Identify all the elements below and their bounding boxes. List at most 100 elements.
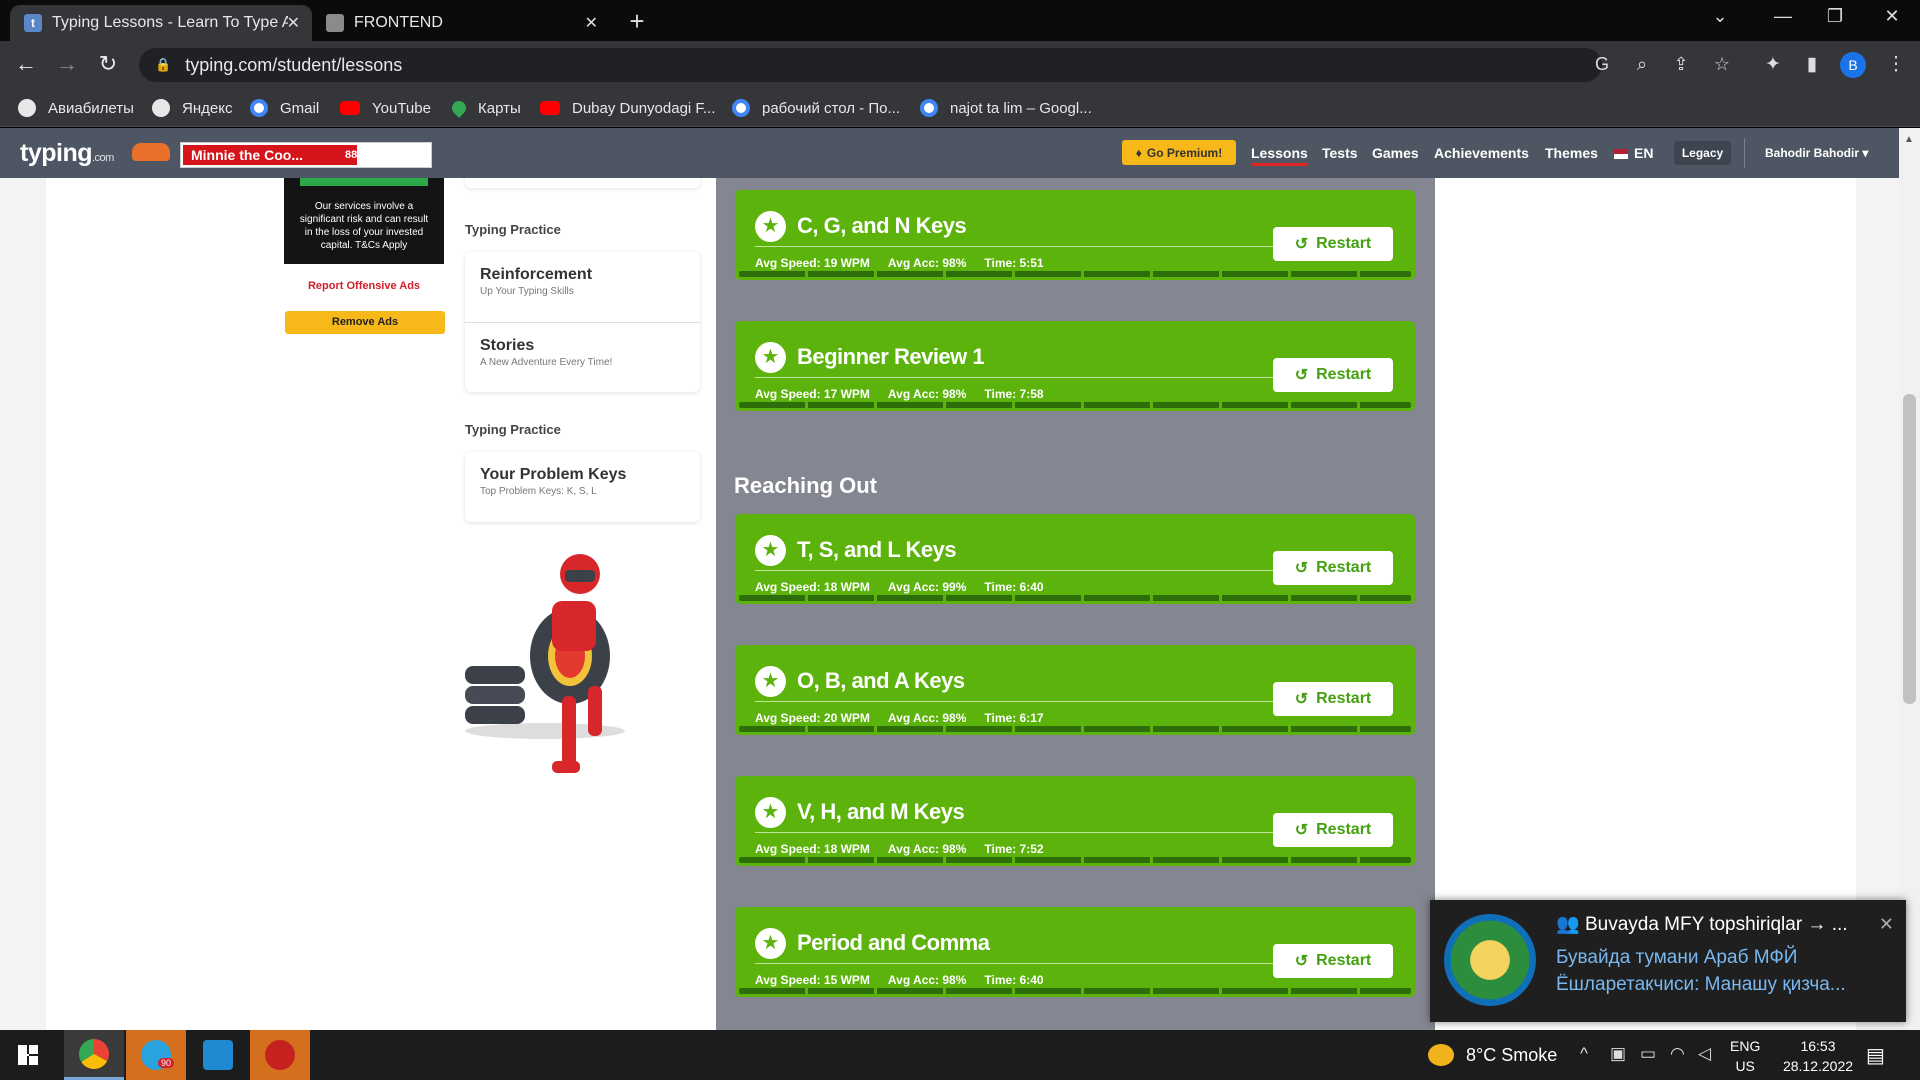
lesson-speed: Avg Speed: 17 WPM	[755, 387, 870, 401]
premium-label: Go Premium!	[1146, 145, 1223, 160]
practice-item-problem-keys[interactable]: Your Problem Keys Top Problem Keys: K, S…	[465, 452, 700, 522]
taskbar-vscode[interactable]	[188, 1030, 248, 1080]
advertisement[interactable]: Our services involve a significant risk …	[284, 178, 444, 264]
close-window-icon[interactable]: ✕	[1872, 6, 1912, 27]
nav-lessons[interactable]: Lessons	[1251, 145, 1308, 166]
restart-button[interactable]: ↺ Restart	[1273, 682, 1393, 716]
lesson-card[interactable]: ★ C, G, and N Keys Avg Speed: 19 WPM Avg Ac…	[735, 190, 1415, 280]
address-bar[interactable]: 🔒 typing.com/student/lessons	[139, 48, 1602, 82]
lesson-title[interactable]: T, S, and L Keys	[797, 537, 957, 563]
extensions-icon[interactable]: ✦	[1760, 53, 1786, 76]
report-ads-link[interactable]: Report Offensive Ads	[284, 280, 444, 292]
restart-button[interactable]: ↺ Restart	[1273, 813, 1393, 847]
user-menu[interactable]: Bahodir Bahodir ▾	[1765, 146, 1868, 160]
windows-start-icon[interactable]	[18, 1045, 38, 1065]
lesson-card[interactable]: ★ Period and Comma Avg Speed: 15 WPM Avg Ac…	[735, 907, 1415, 997]
go-premium-button[interactable]: ♦ Go Premium!	[1122, 140, 1236, 165]
remove-ads-button[interactable]: Remove Ads	[285, 311, 445, 334]
lesson-card[interactable]: ★ Beginner Review 1 Avg Speed: 17 WPM Avg A…	[735, 321, 1415, 411]
lesson-accuracy: Avg Acc: 98%	[887, 387, 967, 401]
nav-achievements[interactable]: Achievements	[1434, 145, 1529, 161]
back-icon[interactable]: ←	[12, 51, 40, 77]
taskbar-app[interactable]	[250, 1030, 310, 1080]
volume-muted-icon[interactable]: ◁	[1698, 1044, 1711, 1064]
user-name: Bahodir Bahodir	[1765, 146, 1860, 160]
bookmark-item[interactable]: Dubay Dunyodagi F...	[540, 95, 715, 121]
practice-item-reinforcement[interactable]: Reinforcement Up Your Typing Skills	[465, 252, 700, 322]
lesson-title[interactable]: Period and Comma	[797, 930, 990, 956]
tab-search-chevron-icon[interactable]: ⌄	[1700, 6, 1740, 27]
notification-title: 👥 Buvayda MFY topshiriqlar → ...	[1556, 912, 1848, 936]
nav-themes[interactable]: Themes	[1545, 145, 1598, 161]
notification-toast[interactable]: 👥 Buvayda MFY topshiriqlar → ... Бувайда…	[1430, 900, 1906, 1022]
wifi-icon[interactable]: ◠	[1670, 1044, 1685, 1064]
bookmark-item[interactable]: Яндекс	[152, 95, 232, 121]
taskbar-chrome[interactable]	[64, 1030, 124, 1080]
bookmark-item[interactable]: YouTube	[340, 95, 431, 121]
restart-button[interactable]: ↺ Restart	[1273, 227, 1393, 261]
bookmark-star-icon[interactable]: ☆	[1710, 54, 1734, 75]
nav-games[interactable]: Games	[1372, 145, 1419, 161]
zoom-icon[interactable]: ⌕	[1630, 54, 1654, 75]
url-text[interactable]: typing.com/student/lessons	[185, 55, 402, 76]
bookmark-item[interactable]: najot ta lim – Googl...	[920, 95, 1092, 121]
typing-logo[interactable]: typing.com	[20, 139, 114, 168]
us-flag-icon	[1614, 149, 1628, 160]
restart-button[interactable]: ↺ Restart	[1273, 358, 1393, 392]
restore-icon[interactable]: ❐	[1815, 6, 1855, 27]
lesson-speed: Avg Speed: 19 WPM	[755, 256, 870, 270]
scroll-up-icon[interactable]: ▲	[1904, 134, 1914, 145]
restart-label: Restart	[1316, 235, 1372, 252]
bookmark-item[interactable]: Авиабилеты	[18, 95, 134, 121]
restart-button[interactable]: ↺ Restart	[1273, 944, 1393, 978]
lesson-speed: Avg Speed: 18 WPM	[755, 580, 870, 594]
input-language[interactable]: ENG US	[1730, 1036, 1760, 1076]
reload-icon[interactable]: ↻	[94, 51, 122, 77]
restart-icon: ↺	[1294, 560, 1309, 577]
battery-icon[interactable]: ▭	[1640, 1044, 1656, 1064]
clock-time: 16:53	[1800, 1038, 1836, 1054]
page-scrollbar[interactable]: ▲	[1899, 128, 1920, 1030]
logo-text: typing	[20, 139, 93, 167]
lesson-card[interactable]: ★ V, H, and M Keys Avg Speed: 18 WPM Avg Ac…	[735, 776, 1415, 866]
tray-overflow-icon[interactable]: ^	[1580, 1044, 1588, 1064]
lesson-time: Time: 6:17	[984, 711, 1044, 725]
taskbar-telegram[interactable]: 90	[126, 1030, 186, 1080]
xp-progress-bar[interactable]: Minnie the Coo... 884 xp to go	[180, 142, 432, 168]
vscode-icon	[203, 1040, 233, 1070]
close-notification-icon[interactable]: ✕	[1879, 914, 1894, 935]
practice-item-stories[interactable]: Stories A New Adventure Every Time!	[465, 322, 700, 392]
scrollbar-thumb[interactable]	[1903, 394, 1916, 704]
clock[interactable]: 16:53 28.12.2022	[1772, 1036, 1864, 1076]
weather-widget[interactable]: 8°C Smoke	[1428, 1044, 1557, 1066]
notification-body: Бувайда тумани Араб МФЙ Ёшларетакчиси: М…	[1556, 947, 1846, 995]
restart-label: Restart	[1316, 821, 1372, 838]
profile-avatar[interactable]: B	[1840, 52, 1866, 78]
legacy-button[interactable]: Legacy	[1674, 141, 1731, 165]
lesson-card[interactable]: ★ O, B, and A Keys Avg Speed: 20 WPM Avg Ac…	[735, 645, 1415, 735]
close-tab-icon[interactable]: ✕	[585, 13, 598, 33]
side-panel-icon[interactable]: ▮	[1799, 53, 1825, 76]
notification-center-icon[interactable]: ▤	[1866, 1043, 1885, 1068]
language-selector[interactable]: EN	[1614, 145, 1653, 161]
minimize-icon[interactable]: —	[1763, 6, 1803, 27]
share-icon[interactable]: ⇪	[1669, 54, 1693, 75]
new-tab-button[interactable]: +	[622, 6, 652, 37]
lesson-title[interactable]: Beginner Review 1	[797, 344, 985, 370]
bookmark-item[interactable]: рабочий стол - По...	[732, 95, 900, 121]
lesson-title[interactable]: O, B, and A Keys	[797, 668, 965, 694]
tab-frontend[interactable]: FRONTEND ✕	[312, 5, 610, 41]
lesson-card[interactable]: ★ T, S, and L Keys Avg Speed: 18 WPM Avg Ac…	[735, 514, 1415, 604]
meet-icon[interactable]: ▣	[1610, 1044, 1626, 1064]
forward-icon[interactable]: →	[53, 51, 81, 77]
close-tab-icon[interactable]: ✕	[287, 13, 300, 33]
menu-kebab-icon[interactable]: ⋮	[1883, 53, 1909, 76]
nav-tests[interactable]: Tests	[1322, 145, 1358, 161]
restart-button[interactable]: ↺ Restart	[1273, 551, 1393, 585]
bookmark-item[interactable]: Gmail	[250, 95, 319, 121]
lesson-title[interactable]: C, G, and N Keys	[797, 213, 967, 239]
google-lens-icon[interactable]: G	[1590, 54, 1614, 75]
bookmark-item[interactable]: Карты	[449, 95, 521, 121]
lesson-title[interactable]: V, H, and M Keys	[797, 799, 965, 825]
tab-typing-lessons[interactable]: t Typing Lessons - Learn To Type A ✕	[10, 5, 312, 41]
